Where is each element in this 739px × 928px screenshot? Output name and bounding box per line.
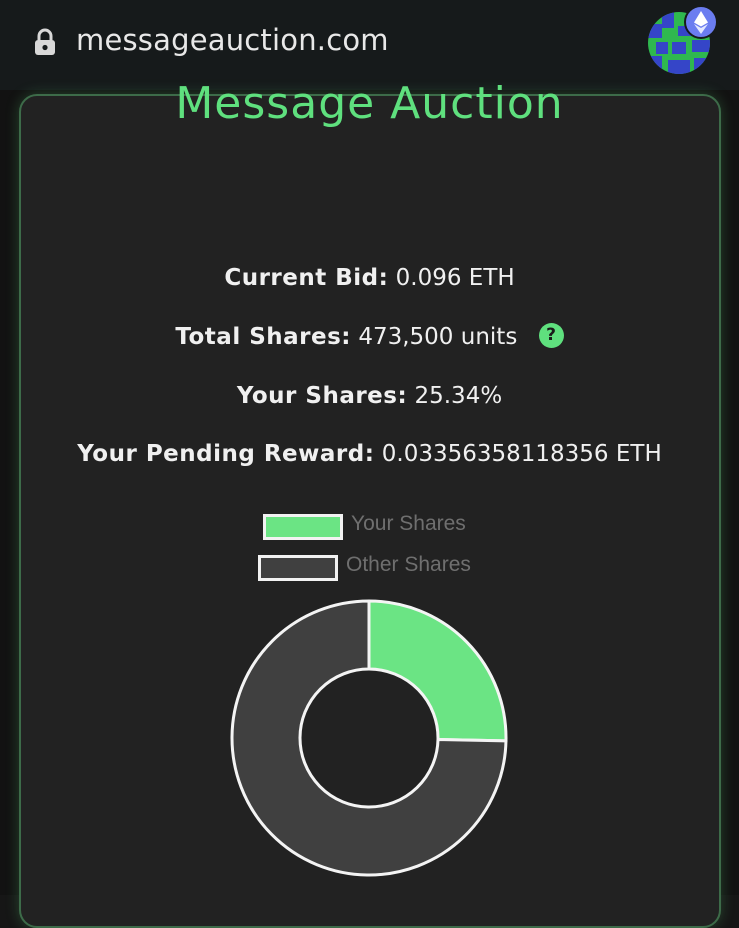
url-text[interactable]: messageauction.com xyxy=(76,23,389,57)
shares-donut-chart xyxy=(230,599,508,877)
total-shares-label: Total Shares: xyxy=(175,324,352,350)
your-shares-value: 25.34% xyxy=(414,383,503,409)
your-shares-row: Your Shares: 25.34% xyxy=(0,383,739,409)
pending-reward-row: Your Pending Reward: 0.03356358118356 ET… xyxy=(0,441,739,467)
pending-reward-label: Your Pending Reward: xyxy=(77,441,375,467)
legend-label-other-shares: Other Shares xyxy=(346,553,471,576)
current-bid-row: Current Bid: 0.096 ETH xyxy=(0,265,739,291)
help-icon[interactable]: ? xyxy=(538,323,564,348)
lock-icon xyxy=(35,28,55,55)
total-shares-value: 473,500 units xyxy=(358,324,518,350)
pending-reward-value: 0.03356358118356 ETH xyxy=(381,441,662,467)
legend-swatch-your-shares xyxy=(263,514,343,540)
current-bid-value: 0.096 ETH xyxy=(395,265,515,291)
total-shares-row: Total Shares: 473,500 units ? xyxy=(0,323,739,350)
browser-address-bar: messageauction.com xyxy=(0,0,739,90)
current-bid-label: Current Bid: xyxy=(224,265,389,291)
ethereum-icon xyxy=(684,5,718,39)
legend-swatch-other-shares xyxy=(258,555,338,581)
legend-label-your-shares: Your Shares xyxy=(351,512,466,535)
donut-slice-your-shares[interactable] xyxy=(367,599,508,743)
page-title: Message Auction xyxy=(175,78,564,129)
your-shares-label: Your Shares: xyxy=(236,383,408,409)
